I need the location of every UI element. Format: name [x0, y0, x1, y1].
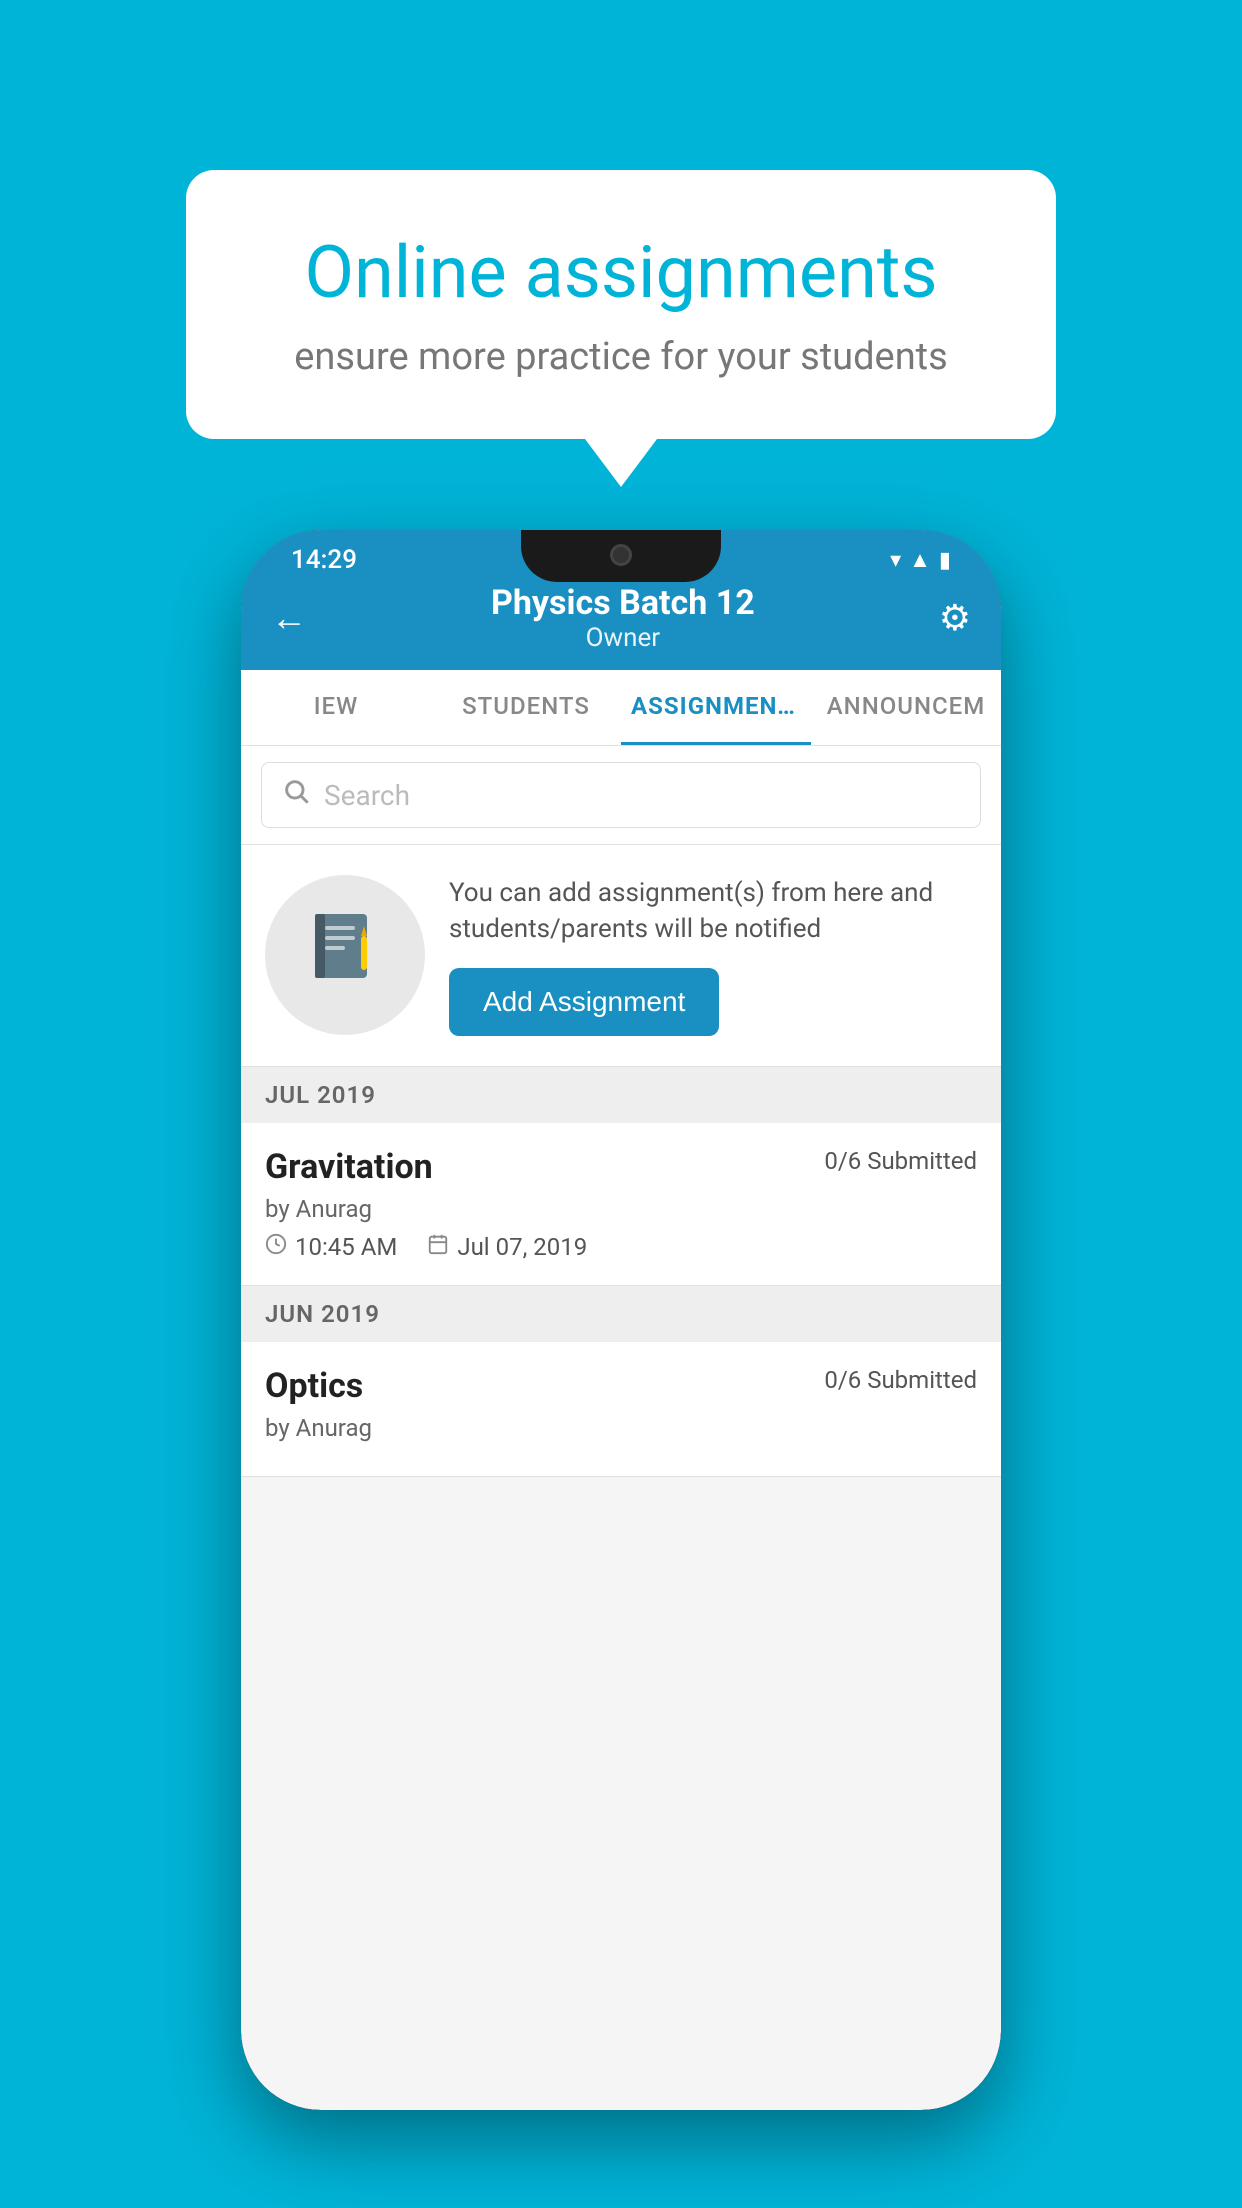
assignment-meta: 10:45 AM Jul 07, 2019 — [265, 1233, 977, 1261]
speech-bubble-subtitle: ensure more practice for your students — [256, 335, 986, 379]
clock-icon — [265, 1233, 287, 1261]
battery-icon: ▮ — [939, 548, 951, 573]
assignment-submitted-optics: 0/6 Submitted — [824, 1366, 977, 1394]
phone-wrapper: 14:29 ▾ ▲ ▮ ← Physics Batch 12 Owner ⚙ I… — [236, 530, 1006, 2110]
tab-assignments[interactable]: ASSIGNMENTS — [621, 670, 811, 745]
assignment-item-gravitation[interactable]: Gravitation 0/6 Submitted by Anurag 10:4… — [241, 1123, 1001, 1286]
promo-card: You can add assignment(s) from here and … — [241, 845, 1001, 1067]
assignment-item-optics[interactable]: Optics 0/6 Submitted by Anurag — [241, 1342, 1001, 1477]
assignment-by-optics: by Anurag — [265, 1414, 977, 1442]
add-assignment-button[interactable]: Add Assignment — [449, 968, 719, 1036]
calendar-icon — [427, 1233, 449, 1261]
promo-text: You can add assignment(s) from here and … — [449, 875, 977, 1036]
search-container: Search — [241, 746, 1001, 845]
speech-bubble-container: Online assignments ensure more practice … — [186, 170, 1056, 487]
promo-icon-circle — [265, 875, 425, 1035]
tab-students[interactable]: STUDENTS — [431, 670, 621, 745]
meta-date: Jul 07, 2019 — [427, 1233, 587, 1261]
assignment-by: by Anurag — [265, 1195, 977, 1223]
phone-notch — [521, 530, 721, 582]
header-title: Physics Batch 12 — [307, 583, 939, 623]
header-subtitle: Owner — [307, 623, 939, 653]
section-header-jul: JUL 2019 — [241, 1067, 1001, 1123]
back-button[interactable]: ← — [271, 597, 307, 639]
speech-bubble-arrow — [585, 439, 657, 487]
speech-bubble: Online assignments ensure more practice … — [186, 170, 1056, 439]
assignment-date: Jul 07, 2019 — [457, 1233, 587, 1261]
app-screen: 14:29 ▾ ▲ ▮ ← Physics Batch 12 Owner ⚙ I… — [241, 530, 1001, 2110]
status-time: 14:29 — [291, 545, 357, 575]
search-icon — [282, 777, 310, 813]
phone-camera — [610, 544, 632, 566]
speech-bubble-title: Online assignments — [256, 230, 986, 315]
search-placeholder: Search — [324, 779, 410, 812]
tab-announcements[interactable]: ANNOUNCEM — [811, 670, 1001, 745]
assignment-top-row: Gravitation 0/6 Submitted — [265, 1147, 977, 1187]
tabs-bar: IEW STUDENTS ASSIGNMENTS ANNOUNCEM — [241, 670, 1001, 746]
notebook-icon — [305, 906, 385, 1004]
meta-time: 10:45 AM — [265, 1233, 397, 1261]
assignment-submitted: 0/6 Submitted — [824, 1147, 977, 1175]
tab-iew[interactable]: IEW — [241, 670, 431, 745]
section-header-jun: JUN 2019 — [241, 1286, 1001, 1342]
wifi-icon: ▾ — [890, 548, 901, 573]
assignment-time: 10:45 AM — [295, 1233, 397, 1261]
header-center: Physics Batch 12 Owner — [307, 583, 939, 653]
assignment-name: Gravitation — [265, 1147, 433, 1187]
settings-icon[interactable]: ⚙ — [939, 597, 971, 639]
assignment-name-optics: Optics — [265, 1366, 363, 1406]
promo-description: You can add assignment(s) from here and … — [449, 875, 977, 948]
search-bar[interactable]: Search — [261, 762, 981, 828]
signal-icon: ▲ — [909, 547, 931, 573]
phone-device: 14:29 ▾ ▲ ▮ ← Physics Batch 12 Owner ⚙ I… — [241, 530, 1001, 2110]
status-icons: ▾ ▲ ▮ — [890, 547, 951, 573]
assignment-top-row-optics: Optics 0/6 Submitted — [265, 1366, 977, 1406]
